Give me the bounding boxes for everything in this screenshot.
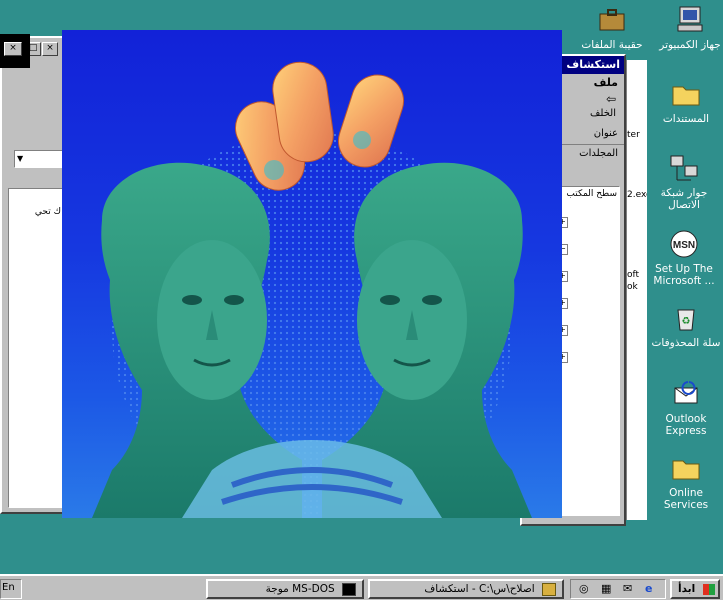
msn-icon: MSN — [670, 230, 698, 258]
desktop-icon-recycle-bin[interactable]: ♻ سلة المحذوفات — [646, 302, 723, 349]
network-icon — [670, 155, 698, 181]
vaporwave-artwork — [62, 30, 562, 518]
language-indicator[interactable]: En — [2, 582, 15, 593]
window-title: استكشاف — [566, 58, 620, 71]
desktop-icon-my-computer[interactable]: جهاز الكمبيوتر — [650, 4, 723, 51]
partial-text: ok — [627, 282, 638, 292]
svg-text:♻: ♻ — [682, 316, 691, 327]
desktop-icon-outlook-express[interactable]: Outlook Express — [646, 378, 723, 437]
recycle-bin-icon: ♻ — [677, 309, 695, 331]
taskbar: ابدأ e ✉ ▦ ◎ استكشاف - C:\اصلاح\س موجة M… — [0, 574, 723, 600]
ie-icon[interactable]: e — [645, 582, 652, 595]
taskbar-button-explorer[interactable]: استكشاف - C:\اصلاح\س — [368, 579, 564, 599]
address-label: عنوان — [593, 128, 618, 139]
windows-logo-icon — [702, 583, 715, 595]
desktop-icon-documents[interactable]: المستندات — [646, 78, 723, 125]
briefcase-icon — [599, 9, 625, 31]
system-tray: En — [0, 579, 22, 599]
left-window-text: ك تحي — [34, 207, 61, 217]
desktop-icon[interactable]: ▦ — [601, 582, 611, 595]
back-label: الخلف — [590, 108, 616, 119]
partial-text: oft — [627, 270, 640, 280]
computer-icon — [677, 6, 703, 32]
left-window-content: ك تحي — [8, 188, 66, 508]
left-window[interactable]: _ □ × ▼ ك تحي — [0, 36, 70, 514]
desktop: _ □ × ▼ ك تحي × استكشاف ملف ⇦ الخلف عنوا… — [0, 0, 723, 574]
desktop-icon-msn[interactable]: MSN Set Up The Microsoft ... — [644, 228, 723, 287]
outlook-express-icon — [674, 381, 698, 404]
close-icon[interactable]: × — [4, 42, 22, 56]
dropdown-icon[interactable]: ▼ — [17, 154, 23, 163]
outlook-express-icon[interactable]: ✉ — [623, 582, 632, 595]
dark-window-corner: × — [0, 34, 30, 68]
tree-root[interactable]: سطح المكتب — [566, 189, 617, 199]
taskbar-button-msdos[interactable]: موجة MS-DOS — [206, 579, 364, 599]
desktop-icon-briefcase[interactable]: حقيبة الملفات — [572, 4, 652, 51]
explorer-right-pane: ter 2.exe oft ok — [626, 60, 647, 520]
svg-text:MSN: MSN — [673, 240, 695, 251]
desktop-icon-network[interactable]: جوار شبكة الاتصال — [644, 152, 723, 211]
left-window-address[interactable]: ▼ — [14, 150, 64, 168]
channel-icon[interactable]: ◎ — [579, 582, 589, 595]
desktop-icon-online-services[interactable]: Online Services — [646, 452, 723, 511]
folder-icon — [672, 460, 700, 480]
quick-launch: e ✉ ▦ ◎ — [570, 579, 666, 599]
start-button[interactable]: ابدأ — [670, 579, 720, 599]
menu-item-file[interactable]: ملف — [594, 76, 618, 89]
explorer-icon — [542, 582, 556, 596]
close-icon[interactable]: × — [42, 42, 58, 56]
folder-icon — [672, 86, 700, 106]
partial-text: ter — [627, 130, 640, 140]
msdos-icon — [342, 582, 356, 596]
artwork-image — [92, 61, 532, 518]
